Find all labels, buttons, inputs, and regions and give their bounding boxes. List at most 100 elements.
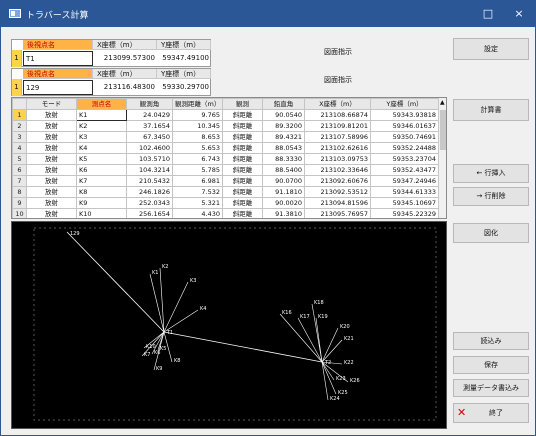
cell-x[interactable]: 213102.33646 (304, 164, 371, 176)
cell-dist[interactable]: 7.532 (172, 186, 223, 198)
fore-sight-name-input[interactable]: 129 (23, 80, 93, 95)
cell-y[interactable]: 59353.23704 (370, 153, 439, 165)
table-row[interactable]: 3 放射 K3 67.3450 8.653 斜距離 89.4321 213107.58996 5… (12, 131, 439, 143)
cell-mode[interactable]: 放射 (26, 120, 77, 132)
cell-x[interactable]: 213109.81201 (304, 120, 371, 132)
cell-angle[interactable]: 24.0429 (126, 109, 173, 121)
row-number[interactable]: 3 (12, 131, 27, 143)
cell-vert[interactable]: 90.0540 (262, 109, 305, 121)
cell-vert[interactable]: 89.3200 (262, 120, 305, 132)
table-row[interactable]: 6 放射 K6 104.3214 5.785 斜距離 88.5400 213102.33646… (12, 164, 439, 176)
row-number[interactable]: 5 (12, 153, 27, 165)
cell-y[interactable]: 59346.01637 (370, 120, 439, 132)
cell-vert[interactable]: 88.3330 (262, 153, 305, 165)
cell-name[interactable]: K6 (76, 164, 127, 176)
cell-angle[interactable]: 67.3450 (126, 131, 173, 143)
import-survey-data-button[interactable]: 測量データ書込み (453, 379, 529, 397)
cell-x[interactable]: 213092.53512 (304, 186, 371, 198)
cell-dist[interactable]: 10.345 (172, 120, 223, 132)
cell-mode[interactable]: 放射 (26, 131, 77, 143)
cell-y[interactable]: 59344.61333 (370, 186, 439, 198)
report-button[interactable]: 計算書 (453, 99, 529, 121)
cell-name[interactable]: K3 (76, 131, 127, 143)
figure-button[interactable]: 図化 (453, 223, 529, 243)
row-number[interactable]: 9 (12, 197, 27, 209)
cell-vert[interactable]: 91.3810 (262, 208, 305, 218)
cell-mode[interactable]: 放射 (26, 153, 77, 165)
cell-x[interactable]: 213102.62616 (304, 142, 371, 154)
save-button[interactable]: 保存 (453, 356, 529, 374)
cell-angle[interactable]: 104.3214 (126, 164, 173, 176)
cell-mode[interactable]: 放射 (26, 186, 77, 198)
load-button[interactable]: 読込み (453, 332, 529, 350)
cell-vert[interactable]: 89.4321 (262, 131, 305, 143)
cell-x[interactable]: 213094.81596 (304, 197, 371, 209)
cell-vert[interactable]: 88.0543 (262, 142, 305, 154)
cell-vert[interactable]: 91.1810 (262, 186, 305, 198)
table-row[interactable]: 7 放射 K7 210.5432 6.981 斜距離 90.0700 213092.60676… (12, 175, 439, 187)
cell-y[interactable]: 59352.43477 (370, 164, 439, 176)
table-row[interactable]: 8 放射 K8 246.1826 7.532 斜距離 91.1810 213092.53512… (12, 186, 439, 198)
cell-kind[interactable]: 斜距離 (222, 153, 263, 165)
cell-y[interactable]: 59345.10697 (370, 197, 439, 209)
cell-dist[interactable]: 6.743 (172, 153, 223, 165)
cell-name[interactable]: K1 (76, 109, 127, 121)
row-number[interactable]: 4 (12, 142, 27, 154)
table-row[interactable]: 5 放射 K5 103.5710 6.743 斜距離 88.3330 213103.09753… (12, 153, 439, 165)
cell-kind[interactable]: 斜距離 (222, 208, 263, 218)
cell-vert[interactable]: 88.5400 (262, 164, 305, 176)
cell-kind[interactable]: 斜距離 (222, 197, 263, 209)
table-row[interactable]: 10 放射 K10 256.1654 4.430 斜距離 91.3810 213095.769… (12, 208, 439, 218)
cell-name[interactable]: K9 (76, 197, 127, 209)
cell-name[interactable]: K8 (76, 186, 127, 198)
cell-x[interactable]: 213095.76957 (304, 208, 371, 218)
cell-y[interactable]: 59350.74691 (370, 131, 439, 143)
fore-sight-pick-button[interactable]: 図面指示 (324, 75, 352, 85)
cell-dist[interactable]: 9.765 (172, 109, 223, 121)
delete-row-button[interactable]: → 行削除 (453, 187, 529, 206)
insert-row-button[interactable]: ← 行挿入 (453, 164, 529, 183)
cell-y[interactable]: 59343.93818 (370, 109, 439, 121)
cell-y[interactable]: 59352.24488 (370, 142, 439, 154)
cell-name[interactable]: K5 (76, 153, 127, 165)
cell-kind[interactable]: 斜距離 (222, 109, 263, 121)
cell-mode[interactable]: 放射 (26, 208, 77, 218)
cell-angle[interactable]: 102.4600 (126, 142, 173, 154)
cell-kind[interactable]: 斜距離 (222, 142, 263, 154)
row-number[interactable]: 7 (12, 175, 27, 187)
table-row[interactable]: 4 放射 K4 102.4600 5.653 斜距離 88.0543 213102.62616… (12, 142, 439, 154)
cell-name[interactable]: K10 (76, 208, 127, 218)
back-sight-pick-button[interactable]: 図面指示 (324, 47, 352, 57)
cell-kind[interactable]: 斜距離 (222, 186, 263, 198)
survey-plot[interactable]: 129 T1 T2 K1 K2 K3 K4 K5 K6 K7 K8 K9 K10 K16 K17 K18 K19… (11, 221, 447, 429)
cell-dist[interactable]: 5.321 (172, 197, 223, 209)
scroll-up-icon[interactable]: ▲ (440, 99, 445, 106)
cell-y[interactable]: 59345.22329 (370, 208, 439, 218)
maximize-button[interactable]: □ (473, 4, 503, 24)
table-row[interactable]: 1 放射 K1 24.0429 9.765 斜距離 90.0540 213108.66874 5… (12, 109, 439, 121)
cell-angle[interactable]: 37.1654 (126, 120, 173, 132)
cell-kind[interactable]: 斜距離 (222, 164, 263, 176)
row-number[interactable]: 1 (12, 109, 27, 121)
settings-button[interactable]: 設定 (453, 38, 529, 60)
cell-dist[interactable]: 8.653 (172, 131, 223, 143)
cell-mode[interactable]: 放射 (26, 197, 77, 209)
back-sight-name-input[interactable]: T1 (23, 51, 93, 66)
scroll-thumb[interactable] (440, 110, 446, 150)
row-number[interactable]: 8 (12, 186, 27, 198)
close-button[interactable]: × (504, 4, 534, 24)
cell-kind[interactable]: 斜距離 (222, 120, 263, 132)
cell-dist[interactable]: 6.981 (172, 175, 223, 187)
cell-mode[interactable]: 放射 (26, 109, 77, 121)
cell-x[interactable]: 213108.66874 (304, 109, 371, 121)
cell-mode[interactable]: 放射 (26, 175, 77, 187)
cell-x[interactable]: 213107.58996 (304, 131, 371, 143)
cell-vert[interactable]: 90.0700 (262, 175, 305, 187)
cell-vert[interactable]: 90.0020 (262, 197, 305, 209)
cell-angle[interactable]: 210.5432 (126, 175, 173, 187)
cell-angle[interactable]: 103.5710 (126, 153, 173, 165)
cell-dist[interactable]: 5.653 (172, 142, 223, 154)
table-scrollbar[interactable]: ▲ (438, 98, 446, 218)
cell-mode[interactable]: 放射 (26, 142, 77, 154)
row-number[interactable]: 10 (12, 208, 27, 218)
